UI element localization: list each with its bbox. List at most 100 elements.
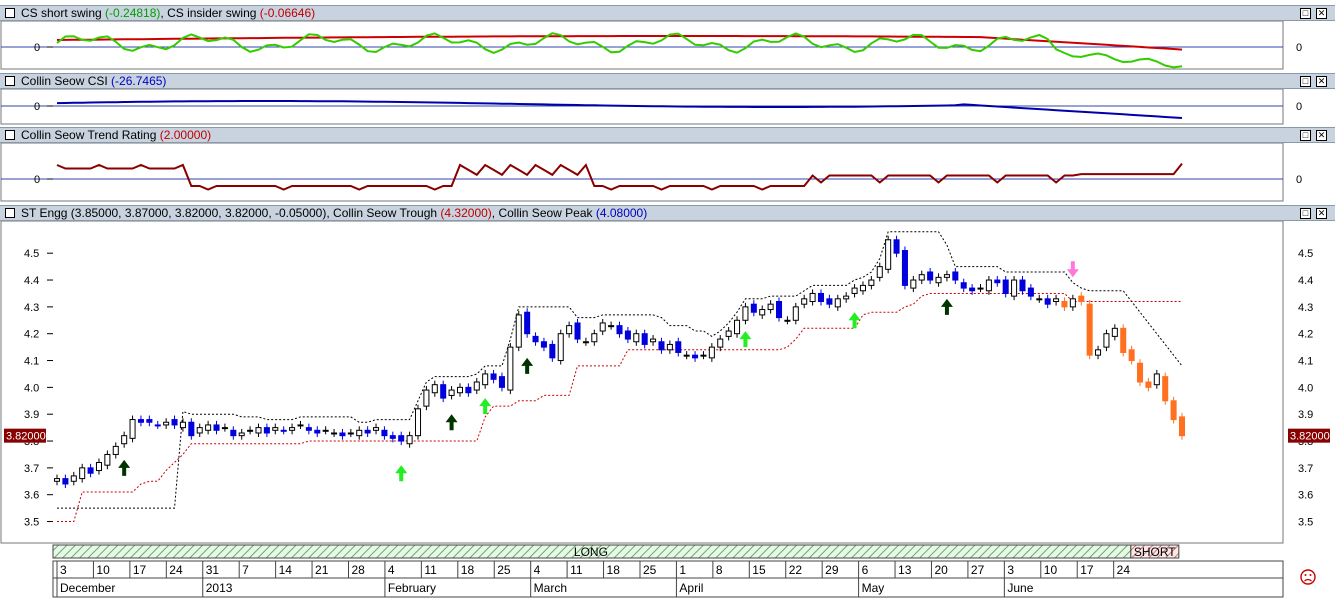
candle [398, 435, 405, 442]
y-tick-label: 3.9 [24, 409, 39, 421]
day-tick-label: 10 [1044, 563, 1058, 577]
maximize-icon[interactable]: □ [1300, 76, 1311, 87]
candle [389, 435, 396, 439]
candle [213, 424, 220, 431]
y-tick-label: 4.1 [24, 356, 39, 368]
y-tick-label: 3.6 [1298, 490, 1313, 502]
plot-frame [0, 143, 1284, 202]
candle [532, 335, 539, 343]
candle [196, 427, 203, 434]
candle [557, 333, 564, 362]
panel-title-swing: CS short swing (-0.24818), CS insider sw… [0, 5, 1335, 21]
candle [658, 341, 665, 351]
candle [826, 298, 833, 305]
status-face-icon [1304, 578, 1312, 582]
candle [1128, 349, 1135, 362]
panel-menu-icon[interactable] [5, 208, 15, 218]
candle [129, 419, 136, 439]
close-icon[interactable]: ✕ [1316, 76, 1327, 87]
maximize-icon[interactable]: □ [1300, 8, 1311, 19]
candle [473, 381, 480, 391]
day-tick-label: 24 [169, 563, 183, 577]
candle [1162, 376, 1169, 402]
day-tick-label: 3 [1007, 563, 1014, 577]
candle [549, 343, 556, 359]
candle [901, 250, 908, 286]
y-tick-label: 3.5 [1298, 517, 1313, 529]
candle [1036, 298, 1043, 301]
panel-title-text: ST Engg (3.85000, 3.87000, 3.82000, 3.82… [21, 206, 647, 220]
month-label: 2013 [206, 581, 233, 595]
y-tick-label: 3.6 [24, 490, 39, 502]
candle [540, 341, 547, 348]
candle [272, 427, 279, 431]
candle [1061, 301, 1068, 308]
day-tick-label: 21 [315, 563, 329, 577]
candle [104, 453, 111, 466]
day-tick-label: 18 [461, 563, 475, 577]
candle [339, 432, 346, 437]
close-icon[interactable]: ✕ [1316, 130, 1327, 141]
candle [834, 298, 841, 308]
candle [717, 338, 724, 348]
panel-menu-icon[interactable] [5, 130, 15, 140]
month-label: December [60, 581, 115, 595]
candle [1095, 349, 1102, 356]
day-tick-label: 11 [424, 563, 437, 577]
candle [70, 475, 77, 482]
candle [918, 274, 925, 281]
candle [624, 330, 631, 340]
y-tick-label: 4.5 [24, 248, 39, 260]
candle [112, 445, 119, 455]
day-tick-label: 22 [789, 563, 803, 577]
candle [524, 311, 531, 335]
candle [893, 239, 900, 254]
candle [1069, 298, 1076, 308]
day-tick-label: 15 [752, 563, 766, 577]
candle [297, 424, 304, 427]
candle [599, 322, 606, 332]
candle [742, 306, 749, 321]
csi-indicator-chart: 00 [0, 89, 1302, 125]
maximize-icon[interactable]: □ [1300, 208, 1311, 219]
month-label: June [1007, 581, 1033, 595]
y-tick-label: 4.1 [1298, 356, 1313, 368]
title-part: (-0.24818) [105, 6, 161, 20]
price-candlestick-chart[interactable]: 3.53.53.63.63.73.73.83.83.93.94.04.04.14… [0, 221, 1335, 598]
candle [314, 429, 321, 434]
title-part: , CS insider swing [160, 6, 260, 20]
candle [414, 408, 422, 437]
day-tick-label: 17 [1080, 563, 1094, 577]
candle [574, 322, 581, 340]
y-tick-label: 0 [34, 174, 40, 186]
panel-menu-icon[interactable] [5, 76, 15, 86]
candle [650, 338, 657, 343]
candle [1170, 400, 1177, 421]
day-tick-label: 18 [607, 563, 621, 577]
candle [498, 376, 505, 388]
candle [221, 427, 228, 430]
candle [448, 389, 455, 396]
panel-title-trend: Collin Seow Trend Rating (2.00000) □ ✕ [0, 127, 1335, 143]
candle [1145, 381, 1152, 388]
close-icon[interactable]: ✕ [1316, 208, 1327, 219]
y-tick-label: 0 [1296, 174, 1302, 186]
close-icon[interactable]: ✕ [1316, 8, 1327, 19]
day-tick-label: 29 [825, 563, 839, 577]
maximize-icon[interactable]: □ [1300, 130, 1311, 141]
y-tick-label: 3.7 [1298, 463, 1313, 475]
candle [1111, 327, 1118, 337]
day-tick-label: 7 [242, 563, 249, 577]
candle [868, 279, 875, 286]
candle [582, 341, 589, 344]
candle [171, 419, 178, 426]
panel-menu-icon[interactable] [5, 8, 15, 18]
day-tick-label: 28 [351, 563, 365, 577]
y-tick-label: 4.5 [1298, 248, 1313, 260]
day-tick-label: 10 [96, 563, 110, 577]
candle [465, 386, 472, 394]
y-tick-label: 4.2 [24, 329, 39, 341]
candle [700, 354, 707, 357]
candle [566, 325, 573, 335]
candle [154, 424, 161, 427]
